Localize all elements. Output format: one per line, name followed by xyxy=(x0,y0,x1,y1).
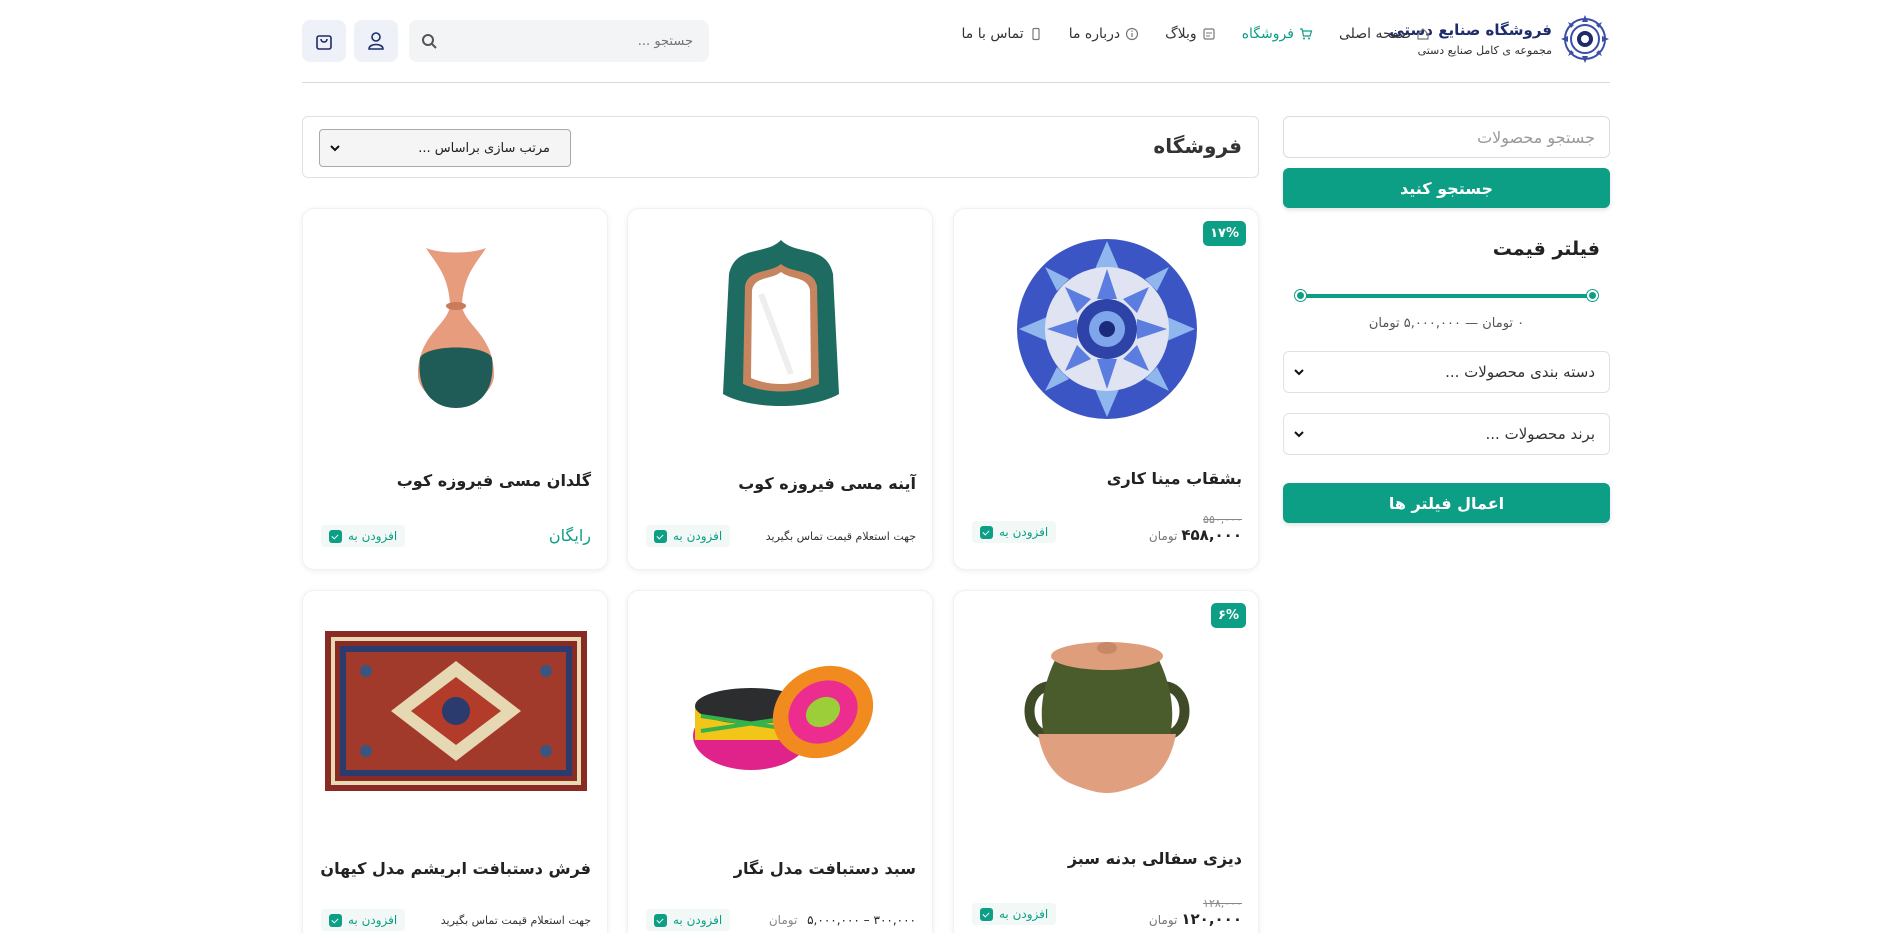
chevron-down-icon xyxy=(330,145,340,152)
product-price: ۱۲۸,۰۰۰ ۱۲۰,۰۰۰تومان xyxy=(1149,897,1242,928)
cart-icon xyxy=(980,907,993,921)
product-name[interactable]: گلدان مسی فیروزه کوب xyxy=(397,471,591,490)
shop-toolbar: فروشگاه مرتب سازی براساس ... xyxy=(302,116,1259,178)
product-image[interactable] xyxy=(994,611,1220,811)
product-image[interactable] xyxy=(668,229,894,429)
nav-shop[interactable]: فروشگاه xyxy=(1242,26,1313,42)
search-button[interactable]: جستجو کنید xyxy=(1283,168,1610,208)
site-header: فروشگاه صنایع دستی مجموعه ی کامل صنایع د… xyxy=(0,0,1900,82)
cart-icon xyxy=(1299,28,1313,40)
nav-blog[interactable]: وبلاگ xyxy=(1165,26,1216,42)
price-inquiry-text: جهت استعلام قیمت تماس بگیرید xyxy=(440,914,591,927)
chevron-down-icon xyxy=(1294,369,1304,376)
product-search-input[interactable]: جستجو محصولات xyxy=(1283,116,1610,158)
home-icon xyxy=(1417,28,1429,40)
price-slider-handle-max[interactable] xyxy=(1587,290,1598,301)
search-icon[interactable] xyxy=(409,20,449,62)
cart-icon xyxy=(329,529,342,543)
chevron-down-icon xyxy=(1294,431,1304,438)
add-to-cart-button[interactable]: افزودن به xyxy=(972,521,1057,543)
user-button[interactable] xyxy=(354,20,398,62)
add-to-cart-button[interactable]: افزودن به xyxy=(321,909,406,931)
product-name[interactable]: فرش دستبافت ابریشم مدل کیهان xyxy=(320,859,591,878)
category-select-label: دسته بندی محصولات ... xyxy=(1445,363,1595,381)
sale-price: ۱۲۰,۰۰۰تومان xyxy=(1148,910,1242,928)
product-image[interactable] xyxy=(668,611,894,811)
price-slider-track xyxy=(1299,294,1594,298)
silk-carpet-image xyxy=(325,631,587,791)
cart-icon xyxy=(980,525,993,539)
sort-select-label: مرتب سازی براساس ... xyxy=(418,140,550,156)
nav-contact-label: تماس با ما xyxy=(961,26,1024,42)
cart-icon xyxy=(654,913,667,927)
product-name[interactable]: سبد دستبافت مدل نگار xyxy=(734,859,916,878)
add-to-cart-button[interactable]: افزودن به xyxy=(972,903,1057,925)
nav-home[interactable]: صفحه اصلی xyxy=(1339,26,1430,42)
nav-shop-label: فروشگاه xyxy=(1241,26,1294,42)
nav-home-label: صفحه اصلی xyxy=(1338,26,1411,42)
header-search-input[interactable] xyxy=(449,20,709,62)
user-icon xyxy=(368,32,384,50)
copper-mirror-image xyxy=(723,240,839,406)
price-inquiry-text: جهت استعلام قیمت تماس بگیرید xyxy=(765,530,916,543)
free-price: رایگان xyxy=(548,526,591,545)
product-name[interactable]: دیزی سفالی بدنه سبز xyxy=(1068,849,1242,868)
category-select[interactable]: دسته بندی محصولات ... xyxy=(1283,351,1610,393)
sort-select[interactable]: مرتب سازی براساس ... xyxy=(319,129,571,167)
blog-icon xyxy=(1203,28,1215,40)
product-card[interactable]: آینه مسی فیروزه کوب جهت استعلام قیمت تما… xyxy=(627,208,933,570)
price-slider-handle-min[interactable] xyxy=(1295,290,1306,301)
product-name[interactable]: بشقاب مینا کاری xyxy=(1107,469,1242,488)
nav-about-label: درباره ما xyxy=(1068,26,1121,42)
cart-button[interactable] xyxy=(302,20,346,62)
brand-select-label: برند محصولات ... xyxy=(1485,425,1596,443)
header-divider xyxy=(302,82,1610,83)
product-card[interactable]: سبد دستبافت مدل نگار ۳۰۰,۰۰۰ – ۵,۰۰۰,۰۰۰… xyxy=(627,590,933,933)
main-nav: صفحه اصلی فروشگاه وبلاگ درباره ما تماس ب… xyxy=(962,26,1431,42)
phone-icon xyxy=(1032,27,1040,41)
product-image[interactable] xyxy=(343,229,569,429)
product-card[interactable]: ۱۷% بشقاب مینا کاری ۵۵۰,۰۰۰ ۴۵۸,۰۰۰تومان… xyxy=(953,208,1259,570)
copper-vase-image xyxy=(418,248,494,408)
nav-blog-label: وبلاگ xyxy=(1165,26,1197,42)
price-range: ۳۰۰,۰۰۰ – ۵,۰۰۰,۰۰۰ تومان xyxy=(768,913,916,927)
header-search[interactable] xyxy=(409,20,709,62)
product-card[interactable]: ۶% دیزی سفالی بدنه سبز ۱۲۸,۰۰۰ ۱۲۰,۰۰۰تو… xyxy=(953,590,1259,933)
add-to-cart-button[interactable]: افزودن به xyxy=(646,525,731,547)
product-card[interactable]: گلدان مسی فیروزه کوب رایگان افزودن به xyxy=(302,208,608,570)
add-to-cart-button[interactable]: افزودن به xyxy=(646,909,731,931)
page-title: فروشگاه xyxy=(1153,134,1242,158)
nav-contact[interactable]: تماس با ما xyxy=(962,26,1043,42)
filter-sidebar: جستجو محصولات جستجو کنید فیلتر قیمت ۰ تو… xyxy=(1283,116,1610,523)
price-range-text: ۰ تومان — ۵,۰۰۰,۰۰۰ تومان xyxy=(1368,316,1525,331)
enamel-plate-image xyxy=(1017,239,1197,419)
brand-subtitle: مجموعه ی کامل صنایع دستی xyxy=(1417,44,1552,57)
cart-icon xyxy=(329,913,342,927)
shopping-bag-icon xyxy=(316,35,332,50)
price-filter-title: فیلتر قیمت xyxy=(1492,238,1600,260)
clay-pot-image xyxy=(1024,642,1190,793)
product-image[interactable] xyxy=(321,611,591,811)
sale-price: ۴۵۸,۰۰۰تومان xyxy=(1148,526,1242,544)
product-name[interactable]: آینه مسی فیروزه کوب xyxy=(738,474,916,493)
old-price: ۱۲۸,۰۰۰ xyxy=(1203,897,1242,910)
apply-filters-button[interactable]: اعمال فیلتر ها xyxy=(1283,483,1610,523)
product-card[interactable]: فرش دستبافت ابریشم مدل کیهان جهت استعلام… xyxy=(302,590,608,933)
product-image[interactable] xyxy=(994,229,1220,429)
old-price: ۵۵۰,۰۰۰ xyxy=(1203,513,1242,526)
nav-about[interactable]: درباره ما xyxy=(1069,26,1139,42)
add-to-cart-button[interactable]: افزودن به xyxy=(321,525,406,547)
price-slider[interactable] xyxy=(1295,290,1598,302)
woven-basket-image xyxy=(693,665,874,770)
product-price: ۵۵۰,۰۰۰ ۴۵۸,۰۰۰تومان xyxy=(1149,513,1242,544)
brand-select[interactable]: برند محصولات ... xyxy=(1283,413,1610,455)
cart-icon xyxy=(654,529,667,543)
logo-icon xyxy=(1561,15,1609,63)
info-icon xyxy=(1126,27,1139,41)
